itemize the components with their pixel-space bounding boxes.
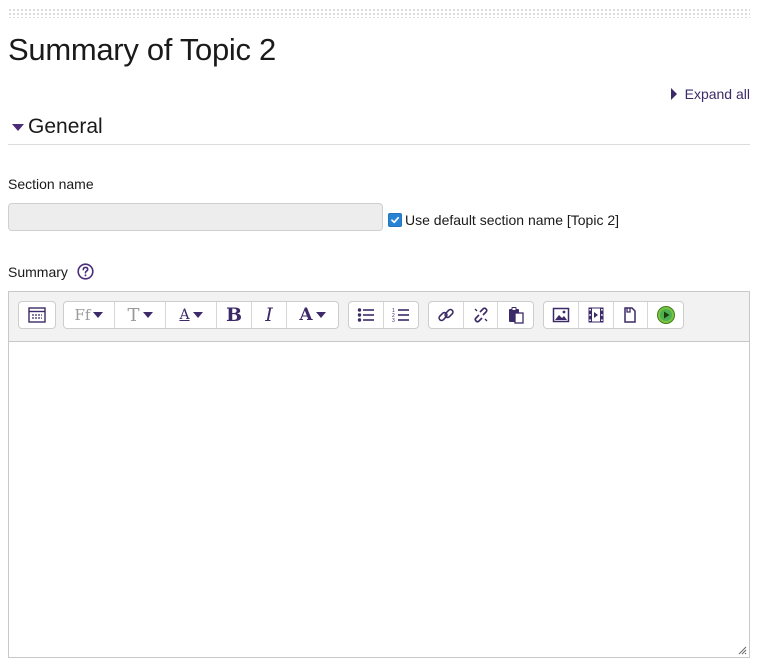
image-icon [552, 307, 570, 323]
numbered-list-icon: 1 2 3 [392, 308, 409, 323]
bold-button[interactable]: B [217, 302, 252, 328]
italic-icon: I [265, 304, 273, 326]
style-glyph: A [179, 307, 190, 323]
insert-media-button[interactable] [579, 302, 614, 328]
numbered-list-button[interactable]: 1 2 3 [384, 302, 419, 328]
font-family-glyph: Ff [74, 306, 91, 324]
caret-down-icon [12, 123, 24, 131]
unlink-button[interactable] [464, 302, 499, 328]
dotted-separator [8, 8, 750, 18]
manage-files-button[interactable] [614, 302, 649, 328]
bullet-list-icon [357, 308, 374, 322]
media-icon [588, 307, 604, 323]
collapse-toolbar-button[interactable] [19, 302, 55, 328]
caret-right-icon [670, 88, 677, 100]
video-play-icon [656, 306, 675, 324]
section-title: General [28, 115, 103, 138]
summary-label: Summary [8, 264, 68, 280]
bold-icon: B [225, 304, 243, 326]
editor-toolbar: Ff T A B I A 1 2 3 [9, 292, 749, 342]
toolbar-group-collapse [18, 301, 56, 329]
font-family-dropdown[interactable]: Ff [64, 302, 115, 328]
toolbar-group-media [543, 301, 684, 329]
page-title: Summary of Topic 2 [8, 32, 276, 67]
collapse-icon [28, 307, 46, 323]
chevron-down-icon [192, 312, 203, 318]
unlink-icon [473, 307, 488, 323]
text-color-dropdown[interactable]: A [287, 302, 338, 328]
use-default-name-option[interactable]: Use default section name [Topic 2] [388, 212, 619, 228]
paste-button[interactable] [498, 302, 533, 328]
expand-all-label: Expand all [684, 86, 750, 102]
expand-all-link[interactable]: Expand all [670, 86, 750, 102]
paste-icon [508, 307, 524, 324]
font-size-dropdown[interactable]: T [115, 302, 166, 328]
link-icon [438, 308, 454, 322]
file-icon [624, 307, 637, 323]
chevron-down-icon [142, 312, 153, 318]
insert-image-button[interactable] [544, 302, 579, 328]
use-default-label: Use default section name [Topic 2] [405, 212, 620, 228]
use-default-checkbox[interactable] [388, 213, 402, 227]
toolbar-group-lists: 1 2 3 [348, 301, 419, 329]
help-icon[interactable] [77, 263, 94, 280]
toolbar-group-links [428, 301, 534, 329]
resize-grip-icon[interactable] [737, 645, 747, 655]
chevron-down-icon [93, 312, 104, 318]
font-size-glyph: T [127, 304, 140, 326]
chevron-down-icon [315, 312, 326, 318]
svg-text:3: 3 [392, 318, 395, 323]
section-name-label: Section name [8, 176, 94, 192]
section-header-general[interactable]: General [8, 110, 750, 145]
toolbar-group-formatting: Ff T A B I A [63, 301, 339, 329]
text-color-glyph: A [299, 305, 313, 325]
checkmark-icon [391, 216, 400, 224]
italic-button[interactable]: I [252, 302, 287, 328]
paragraph-style-dropdown[interactable]: A [166, 302, 217, 328]
editor-content-area[interactable] [9, 341, 749, 657]
insert-video-button[interactable] [648, 302, 683, 328]
link-button[interactable] [429, 302, 464, 328]
summary-editor[interactable]: Ff T A B I A 1 2 3 [8, 291, 750, 658]
section-name-input[interactable] [8, 203, 383, 231]
bullet-list-button[interactable] [349, 302, 384, 328]
